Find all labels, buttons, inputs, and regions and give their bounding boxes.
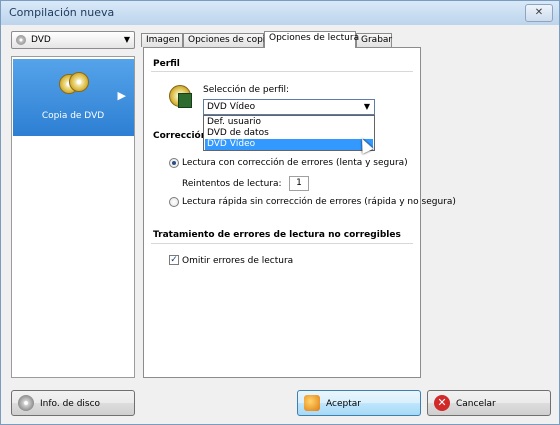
gold-disc-icon: [59, 72, 89, 98]
profile-dropdown-list: Def. usuario DVD de datos DVD Vídeo: [203, 115, 375, 151]
perfil-heading: Perfil: [153, 59, 180, 69]
project-type-list: Copia de DVD ▶: [11, 56, 135, 378]
accept-label: Aceptar: [326, 399, 361, 409]
tab-grabar[interactable]: Grabar: [356, 33, 392, 47]
retries-input[interactable]: 1: [289, 176, 309, 191]
disc-icon: [16, 35, 26, 45]
radio-safe-read[interactable]: [169, 158, 179, 168]
chevron-down-icon: ▼: [363, 102, 370, 111]
profile-select[interactable]: DVD Vídeo ▼: [203, 99, 375, 115]
window-title: Compilación nueva: [9, 6, 115, 19]
cancel-icon: ✕: [434, 395, 450, 411]
tab-opciones-lectura[interactable]: Opciones de lectura: [264, 31, 359, 48]
perfil-label: Selección de perfil:: [203, 85, 290, 95]
cancel-label: Cancelar: [456, 399, 496, 409]
disc-type-dropdown[interactable]: DVD ▼: [11, 31, 135, 49]
info-disco-label: Info. de disco: [40, 399, 101, 409]
checkbox-omitir[interactable]: ✓: [169, 255, 179, 265]
dvd-video-icon: [169, 85, 192, 108]
option-def-usuario[interactable]: Def. usuario: [205, 117, 373, 128]
chevron-down-icon: ▼: [123, 35, 130, 44]
option-dvd-datos[interactable]: DVD de datos: [205, 128, 373, 139]
radio-fast-read[interactable]: [169, 197, 179, 207]
list-item-label: Copia de DVD: [41, 111, 105, 121]
correccion-heading: Corrección: [153, 131, 208, 141]
radio-safe-label: Lectura con corrección de errores (lenta…: [182, 158, 408, 168]
tab-opciones-copia[interactable]: Opciones de copia: [183, 33, 271, 47]
checkbox-omitir-label: Omitir errores de lectura: [182, 256, 294, 266]
close-button[interactable]: ✕: [525, 4, 553, 22]
cancel-button[interactable]: ✕ Cancelar: [427, 390, 551, 416]
accept-button[interactable]: Aceptar: [297, 390, 421, 416]
disc-type-value: DVD: [31, 35, 51, 45]
info-disco-button[interactable]: Info. de disco: [11, 390, 135, 416]
chevron-right-icon: ▶: [117, 89, 126, 102]
profile-select-value: DVD Vídeo: [207, 102, 256, 112]
list-item-copia-dvd[interactable]: Copia de DVD ▶: [13, 59, 134, 136]
option-dvd-video[interactable]: DVD Vídeo: [205, 139, 373, 150]
tratamiento-heading: Tratamiento de errores de lectura no cor…: [153, 230, 401, 240]
tab-imagen[interactable]: Imagen: [141, 33, 183, 47]
divider: [151, 243, 413, 244]
title-bar[interactable]: Compilación nueva ✕: [1, 1, 559, 25]
accept-icon: [304, 395, 320, 411]
divider: [151, 71, 413, 72]
disc-info-icon: [18, 395, 34, 411]
dialog-window: Compilación nueva ✕ DVD ▼ Copia de DVD ▶…: [0, 0, 560, 425]
close-icon: ✕: [534, 7, 544, 18]
retries-label: Reintentos de lectura:: [182, 179, 282, 189]
radio-fast-label: Lectura rápida sin corrección de errores…: [182, 197, 456, 207]
